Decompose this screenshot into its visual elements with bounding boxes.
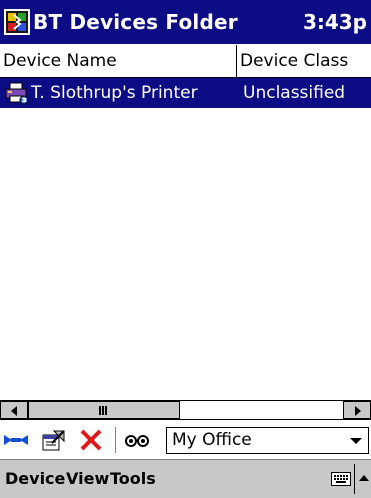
window-title: BT Devices Folder [33, 10, 238, 34]
device-name: T. Slothrup's Printer [31, 83, 198, 103]
menu-bar: Device View Tools [0, 459, 371, 498]
properties-icon[interactable] [40, 427, 66, 453]
column-header-bar: Device Name Device Class [0, 45, 371, 78]
scrollbar-thumb[interactable] [28, 401, 180, 419]
printer-device-icon [5, 82, 29, 105]
arrow-up-icon[interactable] [359, 475, 369, 481]
list-item[interactable]: T. Slothrup's Printer Unclassified [0, 78, 371, 108]
keyboard-icon[interactable] [331, 470, 351, 488]
grip-icon [99, 406, 107, 415]
connect-icon[interactable] [3, 427, 29, 453]
discover-icon[interactable] [124, 427, 150, 453]
chevron-down-icon[interactable] [350, 438, 362, 444]
arrow-left-icon [11, 406, 17, 416]
device-class: Unclassified [243, 83, 346, 103]
arrow-right-icon [355, 406, 361, 416]
scroll-right-button[interactable] [343, 401, 371, 419]
clock[interactable]: 3:43p [303, 0, 367, 44]
device-list[interactable]: T. Slothrup's Printer Unclassified [0, 78, 371, 400]
toolbar-divider [115, 427, 116, 453]
column-header-device-name[interactable]: Device Name [0, 45, 237, 77]
bluetooth-folder-icon[interactable] [3, 8, 31, 36]
location-value: My Office [172, 430, 252, 450]
toolbar: My Office [0, 421, 371, 459]
column-header-device-class[interactable]: Device Class [237, 45, 371, 77]
menu-view[interactable]: View [66, 460, 109, 498]
scroll-left-button[interactable] [0, 401, 28, 419]
location-dropdown[interactable]: My Office [166, 427, 369, 454]
menu-tools[interactable]: Tools [110, 460, 156, 498]
horizontal-scrollbar[interactable] [0, 400, 371, 420]
input-panel-divider [354, 464, 355, 494]
title-bar: BT Devices Folder 3:43p [0, 0, 371, 44]
menu-device[interactable]: Device [5, 460, 65, 498]
delete-icon[interactable] [78, 427, 104, 453]
